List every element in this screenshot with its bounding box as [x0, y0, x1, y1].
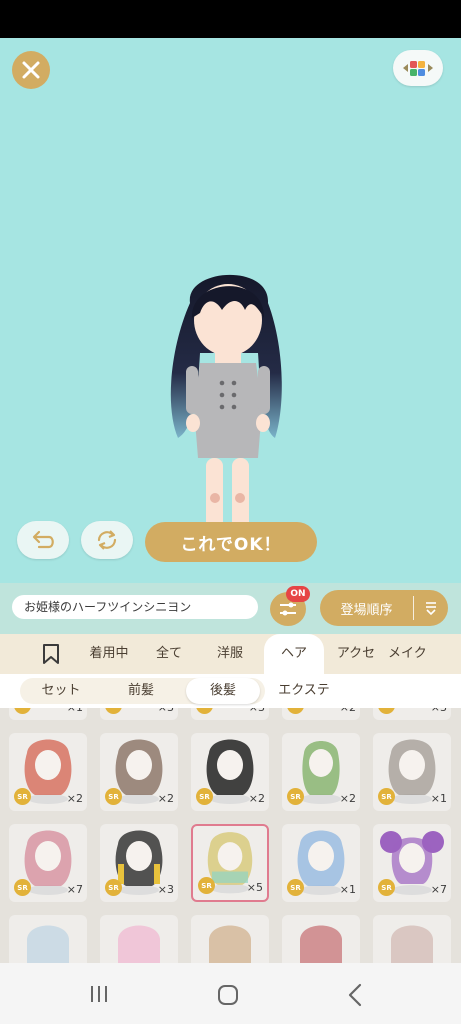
item-cell[interactable]: SR ×2 [100, 733, 178, 811]
item-cell[interactable]: SR ×2 [191, 733, 269, 811]
rarity-badge: SR [378, 788, 395, 805]
item-quantity: ×5 [246, 881, 263, 894]
item-quantity: ×2 [66, 792, 83, 805]
confirm-ok-button[interactable]: これでOK！ [145, 522, 317, 562]
system-navigation-bar [0, 963, 461, 1024]
item-cell[interactable] [282, 915, 360, 963]
rarity-badge: SR [287, 879, 304, 896]
item-cell[interactable]: SR ×7 [9, 824, 87, 902]
item-quantity: ×2 [339, 792, 356, 805]
undo-icon [32, 530, 54, 549]
rarity-badge: SR [105, 879, 122, 896]
item-quantity: ×3 [158, 708, 174, 714]
item-cell[interactable]: SR ×3 [191, 708, 269, 720]
subtab-bangs[interactable]: 前髪 [106, 678, 176, 704]
sort-button[interactable]: 登場順序 [320, 590, 448, 626]
bookmark-icon [43, 644, 59, 664]
hair-item-thumbnail [209, 925, 251, 963]
item-quantity: ×3 [157, 883, 174, 896]
bookmark-tab[interactable] [26, 634, 76, 674]
item-toolbar: お姫様のハーフツインシニヨン ON 登場順序 [0, 583, 461, 634]
item-cell[interactable] [100, 915, 178, 963]
item-cell[interactable]: SR ×3 [100, 824, 178, 902]
tab-wearing[interactable]: 着用中 [76, 634, 142, 674]
item-cell[interactable] [373, 915, 451, 963]
rarity-badge: SR [14, 708, 31, 714]
palette-icon [403, 61, 433, 76]
category-tabs: 着用中 全て 洋服 ヘア アクセ メイク [0, 634, 461, 674]
subcategory-tabs: セット 前髪 後髪 エクステ [0, 674, 461, 708]
filter-on-badge: ON [286, 586, 310, 602]
item-cell[interactable] [9, 915, 87, 963]
tab-hair[interactable]: ヘア [264, 634, 324, 674]
rarity-badge: SR [196, 708, 213, 714]
item-cell[interactable]: SR ×1 [282, 824, 360, 902]
avatar-character [170, 274, 282, 553]
tab-all[interactable]: 全て [142, 634, 196, 674]
item-quantity: ×1 [339, 883, 356, 896]
rarity-badge: SR [105, 708, 122, 714]
rarity-badge: SR [287, 708, 304, 714]
item-quantity: ×2 [340, 708, 356, 714]
selected-item-name: お姫様のハーフツインシニヨン [12, 595, 258, 619]
sliders-icon [280, 602, 296, 616]
item-grid: SR×1 SR×3 SR×3 SR×2 SR×3 SR×2 SR×2 SR×2 … [0, 708, 461, 963]
rarity-badge: SR [105, 788, 122, 805]
item-quantity: ×7 [430, 883, 447, 896]
avatar-stage: これでOK！ [0, 38, 461, 583]
item-quantity: ×7 [66, 883, 83, 896]
home-icon[interactable] [217, 984, 239, 1006]
hair-item-thumbnail [391, 925, 433, 963]
item-cell-selected[interactable]: SR ×5 [191, 824, 269, 902]
randomize-button[interactable] [81, 521, 133, 559]
sort-divider [413, 596, 414, 620]
rarity-badge: SR [378, 879, 395, 896]
undo-button[interactable] [17, 521, 69, 559]
hair-item-thumbnail [300, 925, 342, 963]
sort-label: 登場順序 [340, 602, 393, 618]
item-quantity: ×2 [157, 792, 174, 805]
item-cell[interactable]: SR ×7 [373, 824, 451, 902]
hair-item-thumbnail [118, 925, 160, 963]
item-cell[interactable]: SR ×2 [9, 733, 87, 811]
item-quantity: ×3 [431, 708, 447, 714]
tab-accessories[interactable]: アクセ [324, 634, 388, 674]
hair-item-thumbnail [27, 925, 69, 963]
rarity-badge: SR [287, 788, 304, 805]
rarity-badge: SR [14, 788, 31, 805]
back-icon[interactable] [347, 983, 363, 1007]
rarity-badge: SR [378, 708, 395, 714]
tab-clothes[interactable]: 洋服 [196, 634, 264, 674]
item-cell[interactable]: SR ×1 [9, 708, 87, 720]
item-quantity: ×1 [430, 792, 447, 805]
item-quantity: ×2 [248, 792, 265, 805]
subtab-back-hair[interactable]: 後髪 [186, 678, 260, 704]
color-palette-button[interactable] [393, 50, 443, 86]
close-button[interactable] [12, 51, 50, 89]
item-cell[interactable]: SR ×2 [282, 708, 360, 720]
recent-apps-icon[interactable] [89, 984, 109, 1004]
item-cell[interactable]: SR ×3 [373, 708, 451, 720]
status-bar [0, 0, 461, 38]
rarity-badge: SR [196, 788, 213, 805]
rarity-badge: SR [14, 879, 31, 896]
sort-order-icon [414, 600, 448, 616]
subtab-extensions[interactable]: エクステ [266, 678, 342, 704]
item-cell[interactable]: SR ×2 [282, 733, 360, 811]
refresh-icon [97, 530, 117, 550]
rarity-badge: SR [198, 877, 215, 894]
item-cell[interactable]: SR ×3 [100, 708, 178, 720]
item-cell[interactable] [191, 915, 269, 963]
close-icon [22, 61, 40, 79]
subtab-set[interactable]: セット [26, 678, 96, 704]
item-cell[interactable]: SR ×1 [373, 733, 451, 811]
tab-makeup[interactable]: メイク [388, 634, 438, 674]
item-quantity: ×3 [249, 708, 265, 714]
item-quantity: ×1 [67, 708, 83, 714]
